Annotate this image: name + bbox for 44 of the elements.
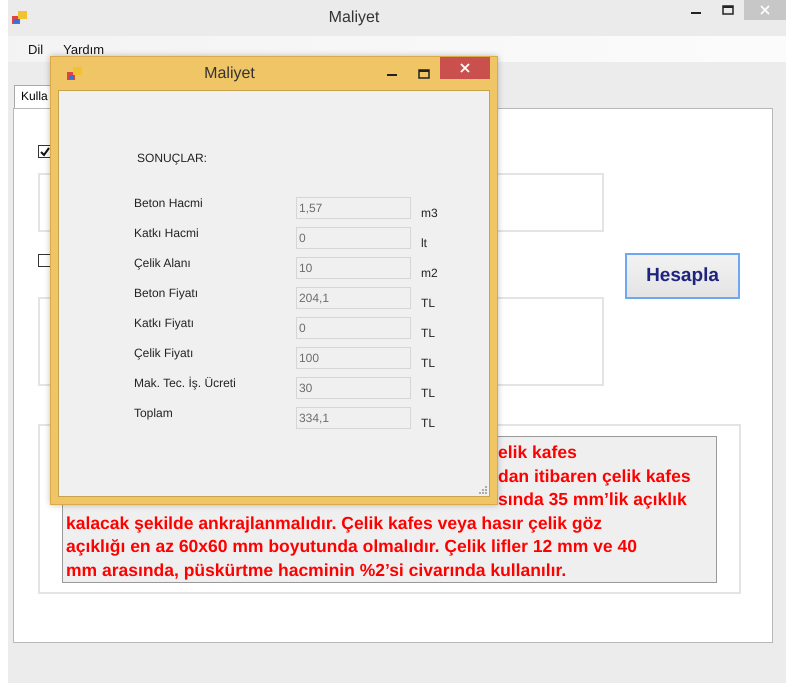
unit-label: m2	[421, 266, 439, 282]
result-field[interactable]: 1,57	[296, 197, 411, 219]
result-field[interactable]: 334,1	[296, 407, 411, 429]
checkbox[interactable]	[38, 145, 51, 158]
result-label: Beton Hacmi	[134, 195, 204, 210]
result-field[interactable]: 0	[296, 317, 411, 339]
unit-label: TL	[421, 296, 436, 312]
note-line: dan itibaren çelik kafes	[498, 466, 691, 486]
result-field[interactable]: 0	[296, 227, 411, 249]
note-line: elik kafes	[498, 442, 577, 462]
app-icon	[67, 66, 83, 80]
unit-label: TL	[421, 356, 436, 372]
result-label: Toplam	[134, 405, 174, 420]
results-heading: SONUÇLAR:	[137, 151, 208, 165]
result-field[interactable]: 10	[296, 257, 411, 279]
unit-label: lt	[421, 236, 428, 252]
note-line: kalacak şekilde ankrajlanmalıdır. Çelik kafes veya hasır çelik göz	[66, 512, 602, 532]
close-icon	[760, 5, 770, 15]
close-button[interactable]	[440, 57, 490, 79]
checkbox[interactable]	[38, 254, 51, 267]
result-field[interactable]: 100	[296, 347, 411, 369]
note-line: mm arasında, püskürtme hacminin %2’si civarında kullanılır.	[66, 560, 566, 580]
note-line: açıklığı en az 60x60 mm boyutunda olmalıdır. Çelik lifler 12 mm ve 40	[66, 536, 637, 556]
unit-label: TL	[421, 326, 436, 342]
unit-label: TL	[421, 386, 436, 402]
result-field[interactable]: 30	[296, 377, 411, 399]
menu-item[interactable]: Yardım	[53, 42, 114, 56]
close-icon	[460, 63, 470, 73]
note-line: sında 35 mm’lik açıklık	[498, 489, 687, 509]
result-label: Katkı Fiyatı	[134, 315, 196, 330]
dialog-title: Maliyet	[203, 64, 256, 82]
result-label: Çelik Alanı	[134, 255, 192, 270]
result-field[interactable]: 204,1	[296, 287, 411, 309]
unit-label: m3	[421, 206, 439, 222]
result-label: Katkı Hacmi	[134, 225, 200, 240]
menu-item[interactable]: Dil	[18, 42, 54, 56]
app-icon	[12, 11, 28, 25]
resize-grip-icon[interactable]	[477, 484, 487, 494]
result-label: Çelik Fiyatı	[134, 345, 194, 360]
calculate-button[interactable]: Hesapla	[625, 253, 740, 299]
result-label: Beton Fiyatı	[134, 285, 200, 300]
result-label: Mak. Tec. İş. Ücreti	[134, 375, 237, 390]
unit-label: TL	[421, 416, 436, 432]
window-title: Maliyet	[328, 9, 380, 27]
